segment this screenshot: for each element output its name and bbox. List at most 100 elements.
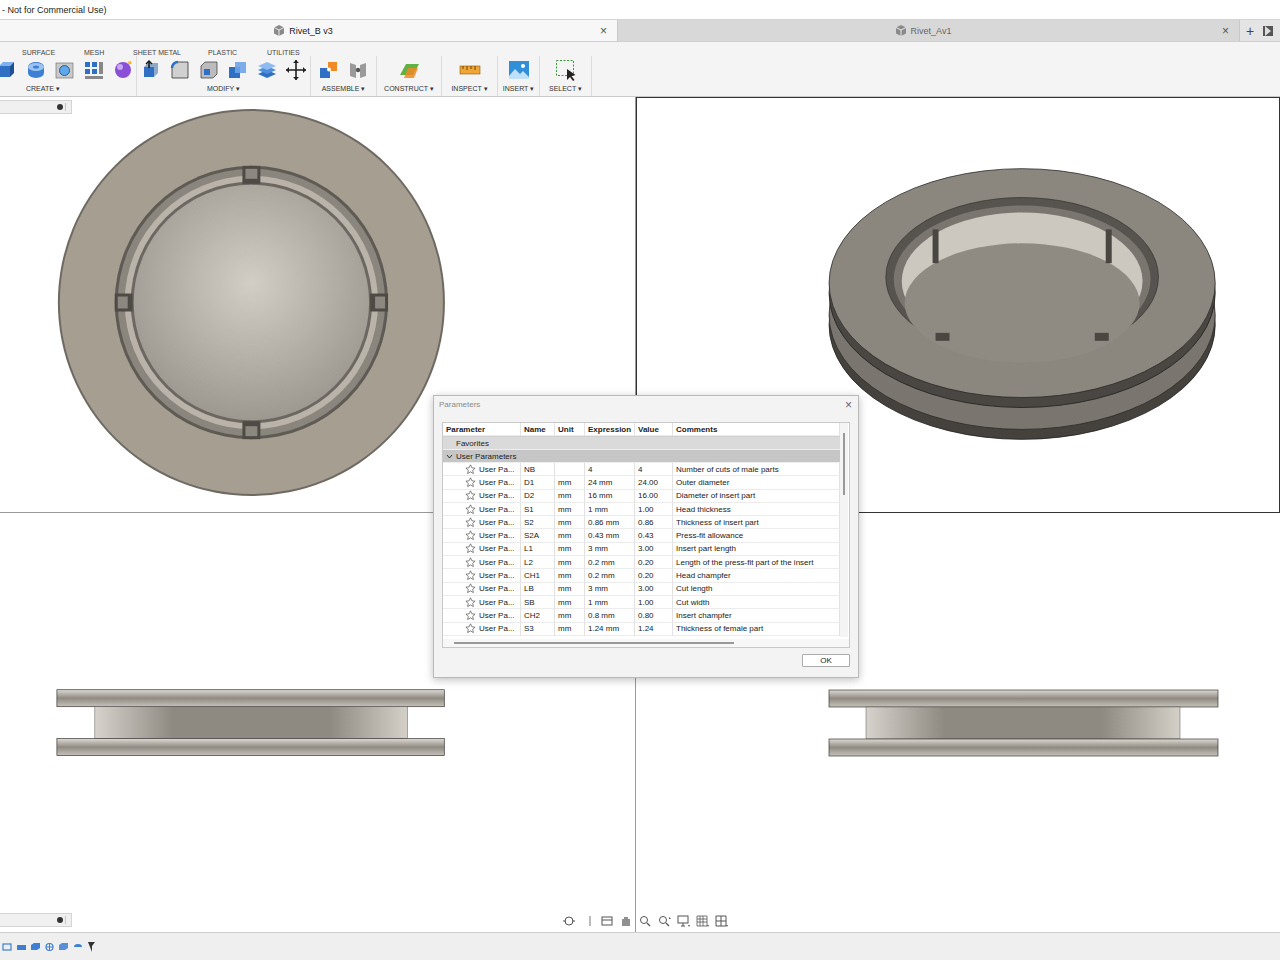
browser-panel-toggle[interactable] <box>0 913 72 927</box>
star-icon[interactable] <box>465 597 476 608</box>
plane-icon[interactable] <box>398 59 420 81</box>
navigation-tool-icon[interactable] <box>600 914 614 928</box>
navigation-tool-icon[interactable] <box>600 914 614 928</box>
navigation-tool-icon[interactable] <box>657 914 671 928</box>
star-icon[interactable] <box>465 583 476 594</box>
star-icon[interactable] <box>465 597 476 608</box>
form-icon[interactable] <box>112 59 134 81</box>
parameter-group-row[interactable]: User Parameters <box>443 450 840 463</box>
column-header[interactable]: Value <box>635 423 673 436</box>
pin-icon[interactable] <box>57 104 63 110</box>
star-icon[interactable] <box>465 530 476 541</box>
pin-icon[interactable] <box>57 104 63 110</box>
vertical-scrollbar[interactable] <box>840 423 848 637</box>
navigation-tool-icon[interactable] <box>638 914 652 928</box>
toolbar-tab[interactable]: MESH <box>84 49 133 56</box>
table-cell[interactable]: 1 mm <box>585 596 635 609</box>
pin-icon[interactable] <box>57 917 63 923</box>
star-icon[interactable] <box>465 477 476 488</box>
ok-button[interactable]: OK <box>802 654 850 667</box>
expand-icon[interactable] <box>65 103 68 111</box>
parameter-row[interactable]: User Pa...S2mm0.86 mm0.86Thickness of in… <box>443 516 840 529</box>
hole-icon[interactable] <box>54 59 76 81</box>
horizontal-scrollbar[interactable] <box>443 639 849 647</box>
table-cell[interactable]: 1.24 mm <box>585 623 635 636</box>
navigation-tool-icon[interactable] <box>562 914 576 928</box>
timeline-feature-icon[interactable] <box>30 941 41 953</box>
timeline-feature-icon[interactable] <box>44 941 55 953</box>
toolbar-tab[interactable]: UTILITIES <box>267 49 311 56</box>
revolve-icon[interactable] <box>25 59 47 81</box>
joint-icon[interactable] <box>318 59 340 81</box>
timeline-feature-icon[interactable] <box>30 941 41 953</box>
table-cell[interactable]: 4 <box>585 463 635 476</box>
table-cell[interactable]: 1 mm <box>585 503 635 516</box>
expand-icon[interactable] <box>65 916 68 924</box>
select-icon[interactable] <box>555 59 577 81</box>
timeline-feature-icon[interactable] <box>86 941 97 953</box>
parameter-row[interactable]: User Pa...L1mm3 mm3.00Insert part length <box>443 543 840 556</box>
image-icon[interactable] <box>508 59 530 81</box>
combine-icon[interactable] <box>227 59 249 81</box>
shell-icon[interactable] <box>198 59 220 81</box>
image-icon[interactable] <box>508 59 530 81</box>
parameter-row[interactable]: User Pa...LBmm3 mm3.00Cut length <box>443 583 840 596</box>
star-icon[interactable] <box>465 490 476 501</box>
timeline-feature-icon[interactable] <box>16 941 27 953</box>
press-icon[interactable] <box>140 59 162 81</box>
chevron-down-icon[interactable] <box>446 453 453 460</box>
asbuilt-icon[interactable] <box>347 59 369 81</box>
timeline-feature-icon[interactable] <box>44 941 55 953</box>
combine-icon[interactable] <box>227 59 249 81</box>
table-cell[interactable]: 24 mm <box>585 476 635 489</box>
user-icon[interactable] <box>1262 24 1274 38</box>
move-icon[interactable] <box>285 59 307 81</box>
navigation-tool-icon[interactable] <box>695 914 709 928</box>
timeline-feature-icon[interactable] <box>58 941 69 953</box>
star-icon[interactable] <box>465 543 476 554</box>
dialog-close-button[interactable]: × <box>845 399 852 411</box>
toolbar-tab[interactable]: PLASTIC <box>208 49 267 56</box>
star-icon[interactable] <box>465 464 476 475</box>
measure-icon[interactable] <box>459 59 481 81</box>
scroll-thumb[interactable] <box>843 433 845 495</box>
star-icon[interactable] <box>465 504 476 515</box>
star-icon[interactable] <box>465 504 476 515</box>
navigation-tool-icon[interactable] <box>695 914 709 928</box>
parameter-row[interactable]: User Pa...S2Amm0.43 mm0.43Press-fit allo… <box>443 529 840 542</box>
parameter-row[interactable]: User Pa...CH2mm0.8 mm0.80Insert champfer <box>443 609 840 622</box>
shell-icon[interactable] <box>198 59 220 81</box>
pattern-icon[interactable] <box>83 59 105 81</box>
column-header[interactable]: Name <box>521 423 555 436</box>
navigation-tool-icon[interactable] <box>619 914 633 928</box>
scroll-thumb[interactable] <box>454 642 734 644</box>
select-icon[interactable] <box>555 59 577 81</box>
navigation-tool-icon[interactable] <box>638 914 652 928</box>
toolbar-group-label[interactable]: CREATE ▾ <box>0 85 136 93</box>
toolbar-tab[interactable]: SURFACE <box>22 49 84 56</box>
expand-icon[interactable] <box>65 103 68 111</box>
column-header[interactable]: Unit <box>555 423 585 436</box>
column-header[interactable]: Comments <box>673 423 840 436</box>
star-icon[interactable] <box>465 623 476 634</box>
navigation-tool-icon[interactable] <box>676 914 690 928</box>
parameter-row[interactable]: User Pa...S1mm1 mm1.00Head thickness <box>443 503 840 516</box>
parameter-row[interactable]: User Pa...L2mm0.2 mm0.20Length of the pr… <box>443 556 840 569</box>
pattern-icon[interactable] <box>83 59 105 81</box>
timeline-feature-icon[interactable] <box>86 941 97 953</box>
toolbar-group-label[interactable]: CONSTRUCT ▾ <box>384 85 434 93</box>
form-icon[interactable] <box>112 59 134 81</box>
star-icon[interactable] <box>465 623 476 634</box>
toolbar-group-label[interactable]: SELECT ▾ <box>549 85 582 93</box>
parameter-row[interactable]: User Pa...NB44Number of cuts of male par… <box>443 463 840 476</box>
navigation-tool-icon[interactable] <box>581 914 595 928</box>
parameter-row[interactable]: User Pa...SBmm1 mm1.00Cut width <box>443 596 840 609</box>
table-cell[interactable]: 0.2 mm <box>585 556 635 569</box>
table-cell[interactable]: 0.2 mm <box>585 569 635 582</box>
timeline-feature-icon[interactable] <box>2 941 13 953</box>
revolve-icon[interactable] <box>25 59 47 81</box>
star-icon[interactable] <box>465 517 476 528</box>
toolbar-group-label[interactable]: INSERT ▾ <box>503 85 534 93</box>
star-icon[interactable] <box>465 570 476 581</box>
star-icon[interactable] <box>465 557 476 568</box>
